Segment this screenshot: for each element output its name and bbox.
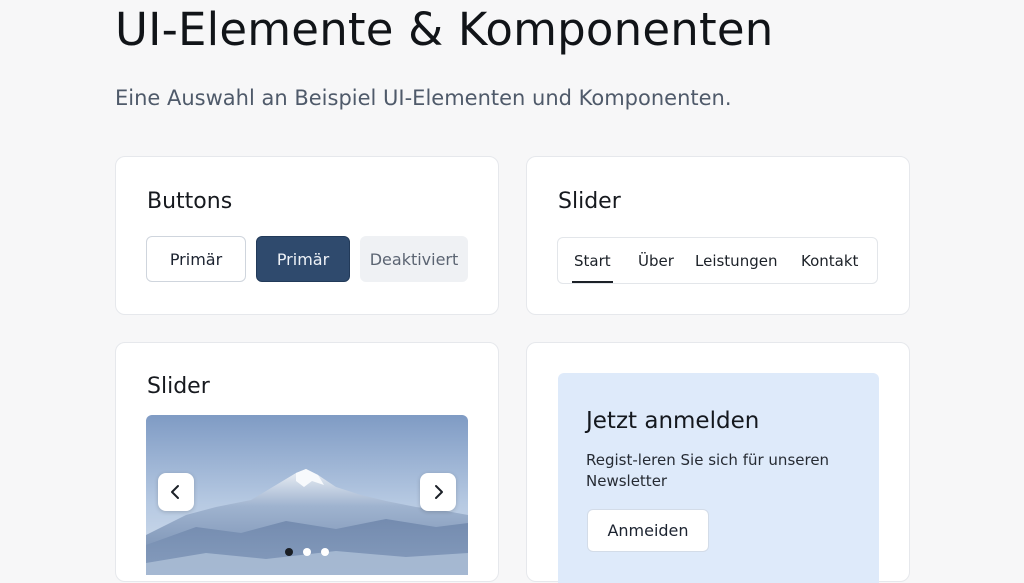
chevron-left-icon (171, 485, 179, 499)
chevron-right-icon (435, 485, 443, 499)
nav-item-start[interactable]: Start (572, 252, 613, 283)
nav-bar: Start Über Leistungen Kontakt (557, 237, 878, 284)
page-title: UI-Elemente & Komponenten (115, 3, 774, 56)
navigation-card-title: Slider (558, 189, 621, 214)
signup-card: Jetzt anmelden Regist-leren Sie sich für… (526, 342, 910, 583)
slider-dots (285, 548, 329, 556)
slide-image (146, 415, 468, 575)
buttons-card-title: Buttons (147, 189, 233, 214)
signup-description: Regist-leren Sie sich für unseren Newsle… (586, 451, 830, 490)
slider-dot-1[interactable] (285, 548, 293, 556)
slider-prev-button[interactable] (158, 473, 194, 511)
slider-dot-3[interactable] (321, 548, 329, 556)
primary-button[interactable]: Primär (256, 236, 350, 282)
slider-next-button[interactable] (420, 473, 456, 511)
slider-card-title: Slider (147, 374, 210, 399)
disabled-button: Deaktiviert (360, 236, 468, 282)
signup-button[interactable]: Anmeiden (587, 509, 709, 552)
nav-item-ueber[interactable]: Über (638, 252, 674, 270)
buttons-card: Buttons Primär Primär Deaktiviert (115, 156, 499, 315)
nav-item-kontakt[interactable]: Kontakt (801, 252, 858, 270)
slider-card: Slider (115, 342, 499, 582)
page-subtitle: Eine Auswahl an Beispiel UI-Elementen un… (115, 86, 732, 110)
navigation-card: Slider Start Über Leistungen Kontakt (526, 156, 910, 315)
nav-item-leistungen[interactable]: Leistungen (695, 252, 777, 270)
signup-title: Jetzt anmelden (586, 408, 760, 434)
signup-panel: Jetzt anmelden Regist-leren Sie sich für… (558, 373, 879, 583)
outline-primary-button[interactable]: Primär (146, 236, 246, 282)
slider-dot-2[interactable] (303, 548, 311, 556)
